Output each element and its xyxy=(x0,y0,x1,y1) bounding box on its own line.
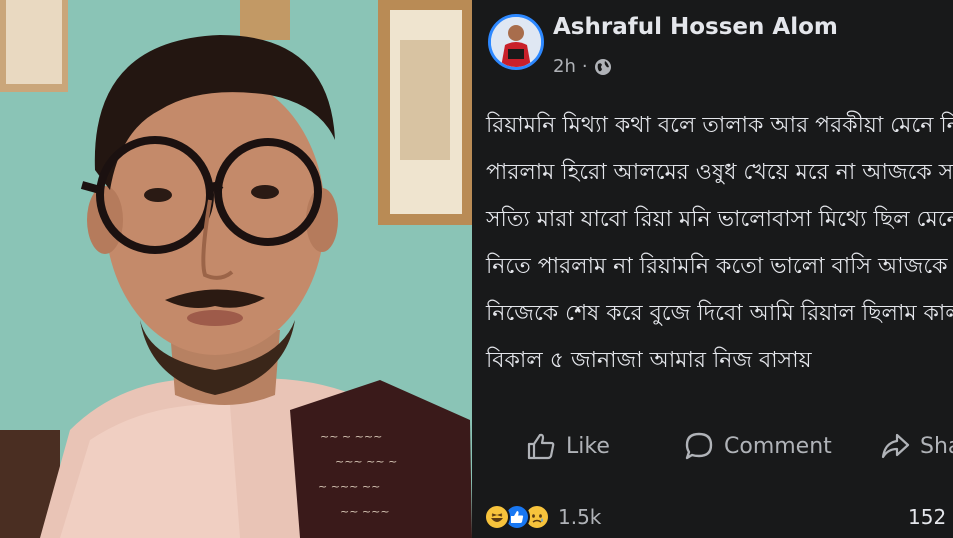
author-avatar[interactable] xyxy=(488,14,544,70)
share-arrow-icon xyxy=(881,433,910,459)
comment-bubble-icon xyxy=(685,432,713,460)
post-actions: Like Comment Share xyxy=(472,420,953,472)
reaction-summary[interactable]: 1.5k xyxy=(484,500,601,534)
haha-emoji-icon xyxy=(484,504,510,530)
post-body: রিয়ামনি মিথ্যা কথা বলে তালাক আর পরকীয়া… xyxy=(486,102,953,384)
like-button[interactable]: Like xyxy=(526,420,610,472)
post-time[interactable]: 2h xyxy=(553,56,576,77)
post-meta: 2h · xyxy=(553,56,612,77)
comment-button[interactable]: Comment xyxy=(684,420,832,472)
like-label: Like xyxy=(566,433,610,459)
avatar-image xyxy=(491,17,541,67)
svg-text:~~~ ~~ ~: ~~~ ~~ ~ xyxy=(335,455,397,468)
reaction-count: 1.5k xyxy=(558,505,602,529)
post-body-line: নিজেকে শেষ করে বুজে দিবো আমি রিয়াল ছিলা… xyxy=(486,301,953,326)
share-count[interactable]: 152 s xyxy=(908,505,953,529)
svg-text:~ ~~~ ~~: ~ ~~~ ~~ xyxy=(318,480,380,493)
profile-photo: ~~ ~ ~~~ ~~~ ~~ ~ ~ ~~~ ~~ ~~ ~~~ xyxy=(0,0,472,538)
facebook-post: Ashraful Hossen Alom 2h · রিয়ামনি মিথ্য… xyxy=(472,0,953,538)
svg-text:~~ ~~~: ~~ ~~~ xyxy=(340,505,390,518)
comment-label: Comment xyxy=(724,433,832,459)
post-body-line: রিয়ামনি মিথ্যা কথা বলে তালাক আর পরকীয়া… xyxy=(486,113,953,138)
post-body-line: সত্যি মারা যাবো রিয়া মনি ভালোবাসা মিথ্য… xyxy=(486,207,953,232)
post-body-line: বিকাল ৫ জানাজা আমার নিজ বাসায় xyxy=(486,348,812,373)
globe-icon xyxy=(594,58,612,76)
share-label: Share xyxy=(920,433,953,459)
post-body-line: নিতে পারলাম না রিয়ামনি কতো ভালো বাসি আজ… xyxy=(486,254,948,279)
meta-separator: · xyxy=(581,56,588,77)
share-button[interactable]: Share xyxy=(880,420,953,472)
svg-text:~~ ~ ~~~: ~~ ~ ~~~ xyxy=(320,430,382,443)
man-portrait-image: ~~ ~ ~~~ ~~~ ~~ ~ ~ ~~~ ~~ ~~ ~~~ xyxy=(0,0,472,538)
thumbs-up-icon xyxy=(527,433,555,460)
author-name[interactable]: Ashraful Hossen Alom xyxy=(553,14,838,40)
post-body-line: পারলাম হিরো আলমের ওষুধ খেয়ে মরে না আজকে… xyxy=(486,160,953,185)
